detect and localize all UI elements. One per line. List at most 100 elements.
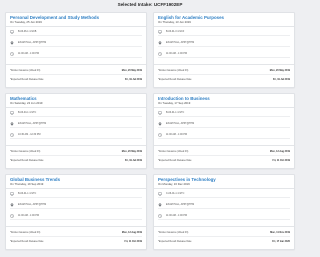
exam-date: On Tuesday, 25 Jun 2019 [10,19,42,24]
exam-card: English for Academic Purposes On Thursday… [153,12,295,88]
exam-card-header: Personal Development and Study Methods On… [6,13,146,27]
result-row: *Expected Result Release Date Fri, 17 Jan… [158,237,290,246]
exam-card-footer: *Docket Issuance (Week 03) Mon, 20 May 20… [6,65,146,84]
time-row: 11:00 AM - 1:00 PM [10,51,142,59]
result-date: Fri, 19 Jul 2019 [124,158,142,162]
docket-label: *Docket Issuance (Week 03) [158,230,189,234]
map-pin-icon [158,41,162,45]
exam-card-footer: *Docket Issuance (Week 03) Mon, 20 May 20… [6,146,146,165]
docket-row: *Docket Issuance (Week 03) Mon, 20 May 20… [10,67,142,76]
venue-text: B-06-01-1 4-STC [18,192,37,196]
desktop-icon [158,111,162,115]
result-row: *Expected Result Release Date Fri, 19 Jul… [10,156,142,165]
docket-date: Mon, 11 Nov 2019 [270,230,290,234]
exam-card-footer: *Docket Issuance (Week 03) Mon, 12 Aug 20… [154,146,294,165]
location-text: EXAM HALL, APIIT@TPM [18,203,47,207]
venue-row: B-06-01-1 4-STC [10,191,142,199]
result-label: *Expected Result Release Date [158,158,192,162]
time-text: 11:00 AM - 1:00 PM [18,52,39,56]
result-date: Fri, 19 Jul 2019 [272,77,290,81]
docket-label: *Docket Issuance (Week 03) [10,68,41,72]
venue-row: B-06-06-1 4-SCB [10,29,142,37]
time-row: 11:00 AM - 1:00 PM [158,213,290,221]
time-text: 11:00 AM - 1:00 PM [166,133,187,137]
desktop-icon [10,111,14,115]
docket-row: *Docket Issuance (Week 03) Mon, 20 May 20… [158,67,290,76]
docket-date: Mon, 20 May 2019 [121,149,142,153]
exam-details: B-06-06-1 4-SCB EXAM HALL, APIIT@TPM 11:00… [6,27,146,65]
docket-label: *Docket Issuance (Week 03) [158,149,189,153]
result-label: *Expected Result Release Date [10,239,44,243]
exam-date: On Monday, 16 Dec 2019 [158,181,190,186]
venue-row: B-06-01-3 4-SCF [158,29,290,37]
exam-card: Mathematics On Saturday, 22 Jun 2019 B-06-… [5,93,147,169]
docket-row: *Docket Issuance (Week 03) Mon, 11 Nov 20… [158,229,290,238]
exam-date: On Thursday, 19 Sep 2019 [10,181,44,186]
exam-details: B-06-01-1 4-STC EXAM HALL, APIIT@TPM 11:00… [154,108,294,146]
venue-text: B-06-04-1 4-STC [18,111,37,115]
location-row: EXAM HALL, APIIT@TPM [10,121,142,129]
time-text: 10:30 AM - 12:30 PM [18,133,41,137]
exam-card-footer: *Docket Issuance (Week 03) Mon, 20 May 20… [154,65,294,84]
exam-card: Introduction to Business On Tuesday, 17 S… [153,93,295,169]
time-row: 10:30 AM - 12:30 PM [10,132,142,140]
clock-icon [158,52,162,56]
exam-card-header: Mathematics On Saturday, 22 Jun 2019 [6,94,146,108]
exam-card-header: Introduction to Business On Tuesday, 17 S… [154,94,294,108]
venue-row: C-06-01-1 4-STC [158,191,290,199]
location-text: EXAM HALL, APIIT@TPM [166,122,195,126]
exam-details: B-06-04-1 4-STC EXAM HALL, APIIT@TPM 10:30… [6,108,146,146]
docket-date: Mon, 12 Aug 2019 [121,230,142,234]
result-label: *Expected Result Release Date [158,239,192,243]
docket-label: *Docket Issuance (Week 03) [10,149,41,153]
clock-icon [158,214,162,218]
exam-details: B-06-01-1 4-STC EXAM HALL, APIIT@TPM 11:00… [6,189,146,227]
map-pin-icon [158,203,162,207]
exam-date: On Tuesday, 17 Sep 2019 [158,100,191,105]
venue-row: B-06-01-1 4-STC [158,110,290,118]
location-text: EXAM HALL, APIIT@TPM [166,41,195,45]
docket-date: Mon, 20 May 2019 [121,68,142,72]
location-text: EXAM HALL, APIIT@TPM [18,41,47,45]
result-row: *Expected Result Release Date Fri, 11 Oct… [10,237,142,246]
location-text: EXAM HALL, APIIT@TPM [18,122,47,126]
location-row: EXAM HALL, APIIT@TPM [10,40,142,48]
result-label: *Expected Result Release Date [158,77,192,81]
map-pin-icon [10,122,14,126]
location-row: EXAM HALL, APIIT@TPM [158,40,290,48]
time-text: 11:00 AM - 1:00 PM [166,214,187,218]
desktop-icon [158,30,162,34]
venue-text: B-06-01-1 4-STC [166,111,185,115]
map-pin-icon [158,122,162,126]
docket-label: *Docket Issuance (Week 03) [10,230,41,234]
location-row: EXAM HALL, APIIT@TPM [158,121,290,129]
time-row: 11:00 AM - 1:00 PM [10,213,142,221]
clock-icon [158,133,162,137]
desktop-icon [158,192,162,196]
location-text: EXAM HALL, APIIT@TPM [166,203,195,207]
exam-card: Perspectives in Technology On Monday, 16 … [153,174,295,250]
exam-card-footer: *Docket Issuance (Week 03) Mon, 11 Nov 20… [154,227,294,246]
venue-text: B-06-06-1 4-SCB [18,30,37,34]
location-row: EXAM HALL, APIIT@TPM [10,202,142,210]
exam-card: Global Business Trends On Thursday, 19 Se… [5,174,147,250]
docket-row: *Docket Issuance (Week 03) Mon, 12 Aug 20… [158,148,290,157]
clock-icon [10,214,14,218]
exam-details: C-06-01-1 4-STC EXAM HALL, APIIT@TPM 11:00… [154,189,294,227]
time-text: 11:00 AM - 1:00 PM [166,52,187,56]
exam-details: B-06-01-3 4-SCF EXAM HALL, APIIT@TPM 11:00… [154,27,294,65]
result-date: Fri, 11 Oct 2019 [124,239,142,243]
exam-card-header: Perspectives in Technology On Monday, 16 … [154,175,294,189]
location-row: EXAM HALL, APIIT@TPM [158,202,290,210]
venue-text: C-06-01-1 4-STC [166,192,185,196]
exam-card: Personal Development and Study Methods On… [5,12,147,88]
desktop-icon [10,192,14,196]
map-pin-icon [10,41,14,45]
map-pin-icon [10,203,14,207]
result-date: Fri, 19 Jul 2019 [124,77,142,81]
result-row: *Expected Result Release Date Fri, 19 Jul… [10,75,142,84]
result-row: *Expected Result Release Date Fri, 19 Jul… [158,75,290,84]
exam-date: On Thursday, 13 Jun 2019 [158,19,191,24]
docket-row: *Docket Issuance (Week 03) Mon, 20 May 20… [10,148,142,157]
result-label: *Expected Result Release Date [10,158,44,162]
